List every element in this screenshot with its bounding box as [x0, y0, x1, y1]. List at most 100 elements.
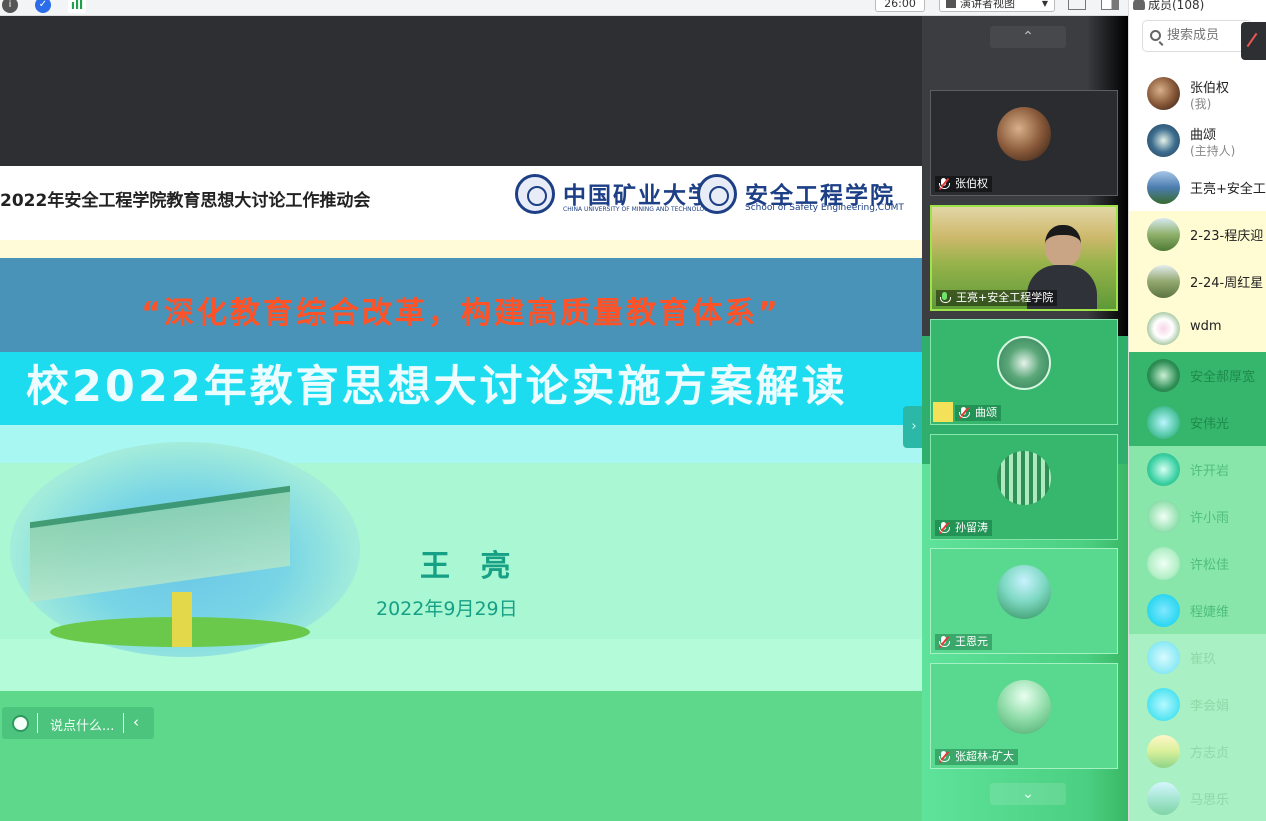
info-icon[interactable]: i [2, 0, 18, 13]
member-item[interactable]: 王亮+安全工程 [1129, 164, 1266, 211]
slide-header-title: 2022年安全工程学院教育思想大讨论工作推动会 [0, 191, 371, 211]
member-item[interactable]: 2-23-程庆迎 [1129, 211, 1266, 258]
member-name: wdm [1190, 319, 1222, 334]
video-tile[interactable]: 张超林-矿大 [930, 663, 1118, 769]
avatar [997, 680, 1051, 734]
member-name: 安伟光 [1190, 417, 1230, 432]
view-icon [946, 0, 956, 8]
participant-name: 曲颂 [975, 406, 997, 419]
video-tile[interactable]: 孙留涛 [930, 434, 1118, 540]
avatar [1147, 312, 1180, 345]
avatar [1147, 500, 1180, 533]
member-item[interactable]: 2-24-周红星 [1129, 258, 1266, 305]
member-item[interactable]: 崔玖 [1129, 634, 1266, 681]
tile-label: 曲颂 [955, 405, 1001, 421]
tile-label: 王亮+安全工程学院 [936, 290, 1058, 306]
signal-bars-icon[interactable]: ıll [68, 0, 86, 13]
member-name: 安全郝厚宽 [1190, 370, 1256, 385]
member-item[interactable]: 曲颂 (主持人) [1129, 117, 1266, 164]
person-icon [1133, 0, 1145, 10]
member-item[interactable]: 许小雨 [1129, 493, 1266, 540]
picture-in-picture-icon[interactable] [1101, 0, 1119, 10]
chevron-down-icon: ▼ [1041, 0, 1048, 8]
member-name: 曲颂 [1190, 128, 1217, 143]
slide-main-title: 校2022年教育思想大讨论实施方案解读 [26, 362, 848, 412]
avatar [1147, 77, 1180, 110]
member-item[interactable]: 许开岩 [1129, 446, 1266, 493]
member-item[interactable]: 马思乐 [1129, 775, 1266, 821]
chat-input[interactable]: 说点什么... [50, 715, 114, 734]
avatar [997, 451, 1051, 505]
participant-name: 王恩元 [955, 635, 988, 648]
member-name: 许开岩 [1190, 464, 1230, 479]
avatar [1147, 124, 1180, 157]
mic-muted-icon [938, 177, 950, 191]
video-tile[interactable]: 王恩元 [930, 548, 1118, 654]
member-name: 马思乐 [1190, 793, 1230, 808]
member-item[interactable]: 李会娟 [1129, 681, 1266, 728]
view-mode-dropdown[interactable]: 演讲者视图 ▼ [939, 0, 1055, 12]
meeting-timer: 26:00 [875, 0, 925, 12]
avatar [1147, 782, 1180, 815]
member-name: 程婕维 [1190, 605, 1230, 620]
tile-label: 孙留涛 [935, 520, 992, 536]
member-item[interactable]: 程婕维 [1129, 587, 1266, 634]
mic-muted-icon [938, 521, 950, 535]
member-name: 2-24-周红星 [1190, 276, 1264, 291]
meeting-toolbar: i ✓ ıll 26:00 演讲者视图 ▼ [0, 0, 1128, 16]
avatar [1147, 547, 1180, 580]
shield-icon[interactable]: ✓ [35, 0, 51, 13]
slide-slogan: “深化教育综合改革，构建高质量教育体系” [141, 296, 781, 331]
avatar [1147, 265, 1180, 298]
chat-divider [37, 713, 38, 733]
member-name: 李会娟 [1190, 699, 1230, 714]
member-item[interactable]: 张伯权 (我) [1129, 70, 1266, 117]
chat-input-bar[interactable]: 说点什么... ‹ [2, 707, 154, 739]
member-name: 2-23-程庆迎 [1190, 229, 1264, 244]
member-role: (我) [1190, 97, 1212, 111]
avatar [1147, 406, 1180, 439]
participant-name: 王亮+安全工程学院 [956, 291, 1054, 304]
school-seal-icon [697, 174, 737, 214]
title-band: 校2022年教育思想大讨论实施方案解读 [0, 352, 922, 425]
members-header: 成员(108) [1133, 0, 1204, 13]
avatar [1147, 735, 1180, 768]
member-search-input[interactable]: 搜索成员 [1142, 20, 1252, 52]
scroll-up-button[interactable]: ⌃ [990, 26, 1066, 48]
member-item[interactable]: 安伟光 [1129, 399, 1266, 446]
video-tile[interactable]: 曲颂 [930, 319, 1118, 425]
avatar [997, 565, 1051, 619]
member-name: 许小雨 [1190, 511, 1230, 526]
member-name: 崔玖 [1190, 652, 1217, 667]
view-mode-label: 演讲者视图 [960, 0, 1015, 10]
fullscreen-icon[interactable] [1068, 0, 1086, 10]
avatar [1147, 594, 1180, 627]
member-item[interactable]: 许松佳 [1129, 540, 1266, 587]
cumt-seal-icon [515, 174, 555, 214]
mic-on-icon [939, 292, 951, 304]
cumt-logo: 中国矿业大学 CHINA UNIVERSITY OF MINING AND TE… [515, 174, 712, 218]
avatar [997, 107, 1051, 161]
members-panel: 成员(108) 搜索成员 张伯权 (我) 曲颂 (主持人) 王亮+安全工程 2-… [1128, 0, 1266, 821]
avatar [1147, 641, 1180, 674]
mute-all-button[interactable] [1241, 22, 1266, 60]
campus-photo [10, 442, 360, 657]
member-item[interactable]: wdm [1129, 305, 1266, 352]
tower-shape [172, 592, 192, 647]
avatar [1147, 218, 1180, 251]
emoji-icon[interactable] [12, 715, 29, 732]
member-item[interactable]: 安全郝厚宽 [1129, 352, 1266, 399]
member-name: 方志贞 [1190, 746, 1230, 761]
member-name: 王亮+安全工程 [1190, 182, 1266, 197]
school-logo: 安全工程学院 School of Safety Engineering,CUMT [697, 174, 907, 218]
scroll-down-button[interactable]: ⌄ [990, 783, 1066, 805]
slide-date: 2022年9月29日 [376, 598, 518, 620]
slide-header: 2022年安全工程学院教育思想大讨论工作推动会 中国矿业大学 CHINA UNI… [0, 166, 922, 240]
shared-slide: 2022年安全工程学院教育思想大讨论工作推动会 中国矿业大学 CHINA UNI… [0, 16, 922, 821]
mic-muted-icon [958, 406, 970, 420]
video-tile[interactable]: 张伯权 [930, 90, 1118, 196]
slide-divider [0, 240, 922, 258]
video-tile-active[interactable]: 王亮+安全工程学院 [930, 205, 1118, 311]
member-item[interactable]: 方志贞 [1129, 728, 1266, 775]
chevron-left-icon[interactable]: ‹ [133, 713, 139, 731]
